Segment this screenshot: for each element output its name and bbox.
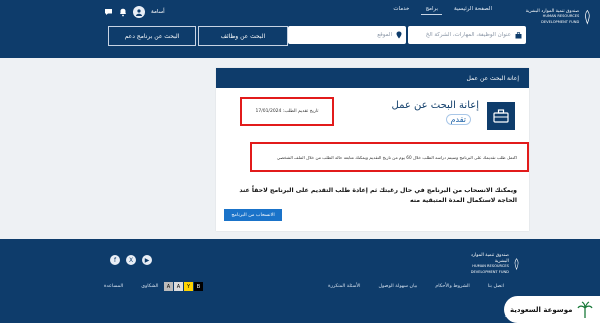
nav-services[interactable]: خدمات <box>389 4 413 15</box>
font-size-normal[interactable]: A <box>174 282 183 291</box>
avatar[interactable] <box>133 6 145 18</box>
withdraw-button[interactable]: الانسحاب من البرنامج <box>224 209 282 221</box>
footer-logo[interactable]: صندوق تنمية الموارد البشرية HUMAN RESOUR… <box>464 251 520 277</box>
facebook-icon[interactable]: f <box>110 255 120 265</box>
location-pin-icon <box>396 31 402 39</box>
hrdf-logo[interactable]: صندوق تنمية الموارد البشرية HUMAN RESOUR… <box>524 4 592 30</box>
footer-links: اتصل بنا الشروط والأحكام بيان سهولة الوص… <box>328 284 504 289</box>
footer-logo-text-ar: صندوق تنمية الموارد البشرية <box>470 253 509 264</box>
location-placeholder: الموقع <box>377 32 392 38</box>
briefcase-icon <box>515 31 522 38</box>
logo-mark-icon <box>585 9 590 25</box>
watermark-badge: موسوعة السعودية <box>504 296 600 323</box>
top-bar: صندوق تنمية الموارد البشرية HUMAN RESOUR… <box>0 0 600 58</box>
briefcase-icon <box>493 109 509 123</box>
footer-logo-text-en: HUMAN RESOURCES DEVELOPMENT FUND <box>470 264 509 274</box>
footer-link-contact[interactable]: اتصل بنا <box>488 284 504 289</box>
user-icon <box>136 9 142 16</box>
service-icon <box>487 102 515 130</box>
program-panel: إعانة البحث عن عمل إعانة البحث عن عمل تق… <box>216 68 529 231</box>
contrast-yellow[interactable]: Y <box>184 282 193 291</box>
logo-mark-icon <box>514 258 519 271</box>
chat-icon[interactable] <box>104 8 113 16</box>
x-icon[interactable]: X <box>126 255 136 265</box>
location-input[interactable]: الموقع <box>288 26 406 44</box>
footer-link-accessibility[interactable]: بيان سهولة الوصول <box>378 284 417 289</box>
nav-home[interactable]: الصفحة الرئيسية <box>450 4 496 15</box>
logo-text-en: HUMAN RESOURCES DEVELOPMENT FUND <box>541 14 580 24</box>
bell-icon[interactable] <box>119 8 127 17</box>
footer-link-help[interactable]: المساعدة <box>104 284 123 289</box>
search-jobs-button[interactable]: البحث عن وظائف <box>198 26 288 46</box>
job-search-input[interactable]: عنوان الوظيفة، المهارات، الشركة الخ <box>408 26 526 44</box>
nav-programs[interactable]: برامج <box>421 4 443 15</box>
contrast-black[interactable]: B <box>194 282 203 291</box>
submit-date: تاريخ تقديم الطلب: 17/01/2024 <box>240 97 334 126</box>
footer-left-links: الشكاوى المساعدة <box>104 284 158 289</box>
job-search-placeholder: عنوان الوظيفة، المهارات، الشركة الخ <box>425 32 511 38</box>
status-badge: تقدم <box>445 114 471 125</box>
accessibility-contrast: B Y A A <box>164 282 203 291</box>
watermark-text: موسوعة السعودية <box>510 305 573 314</box>
youtube-icon[interactable]: ▶ <box>142 255 152 265</box>
footer-link-terms[interactable]: الشروط والأحكام <box>435 284 469 289</box>
footer-link-complaints[interactable]: الشكاوى <box>141 284 158 289</box>
panel-header: إعانة البحث عن عمل <box>216 68 529 88</box>
palm-logo-icon <box>577 300 593 318</box>
font-size-large[interactable]: A <box>164 282 173 291</box>
application-info: اكتمل طلب تقديمك على البرنامج وسيتم دراس… <box>250 142 529 172</box>
main-nav: الصفحة الرئيسية برامج خدمات <box>389 4 496 15</box>
search-programs-button[interactable]: البحث عن برنامج دعم <box>108 26 196 46</box>
user-name[interactable]: أسامة <box>151 9 165 15</box>
service-title: إعانة البحث عن عمل <box>391 100 480 111</box>
footer-link-faq[interactable]: الأسئلة المتكررة <box>328 284 360 289</box>
user-area: أسامة <box>104 6 165 18</box>
withdraw-note: ويمكنك الانسحاب من البرنامج في حال رغبتك… <box>239 187 517 204</box>
social-links: ▶ X f <box>110 255 152 265</box>
